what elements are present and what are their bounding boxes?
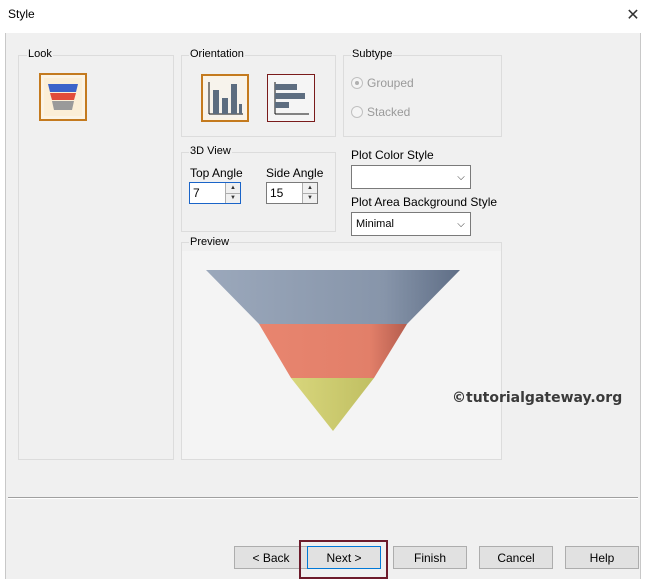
window-title: Style <box>8 7 35 21</box>
funnel-segment-bottom <box>291 378 374 431</box>
preview-canvas <box>182 251 501 459</box>
orientation-horizontal-option[interactable] <box>267 74 315 122</box>
side-angle-label: Side Angle <box>266 166 324 180</box>
side-angle-spinner[interactable]: 15 ▲ ▼ <box>266 182 318 204</box>
funnel-segment-middle <box>259 324 407 378</box>
orientation-label: Orientation <box>189 48 245 60</box>
help-button[interactable]: Help <box>565 546 639 569</box>
radio-stacked-label: Stacked <box>367 105 411 119</box>
side-angle-arrows: ▲ ▼ <box>302 183 317 203</box>
vertical-bars-icon <box>205 78 245 118</box>
funnel-look-icon <box>44 78 82 116</box>
side-angle-value[interactable]: 15 <box>267 183 302 203</box>
funnel-preview <box>206 270 460 431</box>
preview-label: Preview <box>189 236 231 248</box>
top-angle-value[interactable]: 7 <box>190 183 225 203</box>
radio-grouped[interactable]: Grouped <box>351 76 414 90</box>
plot-color-style-select[interactable]: ⌵ <box>351 165 471 189</box>
spin-up-icon[interactable]: ▲ <box>302 183 317 193</box>
plot-area-bg-value: Minimal <box>356 218 394 230</box>
top-angle-label: Top Angle <box>190 166 243 180</box>
next-button-highlight <box>299 540 388 579</box>
radio-grouped-label: Grouped <box>367 76 414 90</box>
subtype-group <box>343 55 502 137</box>
subtype-label: Subtype <box>351 48 394 60</box>
cancel-button[interactable]: Cancel <box>479 546 553 569</box>
orientation-vertical-option[interactable] <box>201 74 249 122</box>
top-angle-arrows: ▲ ▼ <box>225 183 240 203</box>
plot-area-bg-select[interactable]: Minimal ⌵ <box>351 212 471 236</box>
close-icon: ✕ <box>626 7 640 24</box>
chevron-down-icon: ⌵ <box>457 218 465 230</box>
spin-down-icon[interactable]: ▼ <box>225 192 240 203</box>
look-label: Look <box>27 48 53 60</box>
finish-button[interactable]: Finish <box>393 546 467 569</box>
radio-stacked-indicator <box>351 106 363 118</box>
radio-stacked[interactable]: Stacked <box>351 105 410 119</box>
title-bar: Style ✕ <box>0 0 648 30</box>
top-angle-spinner[interactable]: 7 ▲ ▼ <box>189 182 241 204</box>
horizontal-bars-icon <box>271 78 311 118</box>
plot-area-bg-label: Plot Area Background Style <box>351 195 498 209</box>
funnel-segment-top <box>206 270 460 324</box>
close-button[interactable]: ✕ <box>618 0 648 30</box>
radio-grouped-indicator <box>351 77 363 89</box>
back-button[interactable]: < Back <box>234 546 308 569</box>
look-funnel-option[interactable] <box>39 73 87 121</box>
plot-color-style-label: Plot Color Style <box>351 148 434 162</box>
view3d-label: 3D View <box>189 145 232 157</box>
footer-separator <box>8 497 638 499</box>
chevron-down-icon: ⌵ <box>457 171 465 183</box>
spin-up-icon[interactable]: ▲ <box>225 183 240 193</box>
spin-down-icon[interactable]: ▼ <box>302 192 317 203</box>
watermark-text: ©tutorialgateway.org <box>452 390 623 406</box>
